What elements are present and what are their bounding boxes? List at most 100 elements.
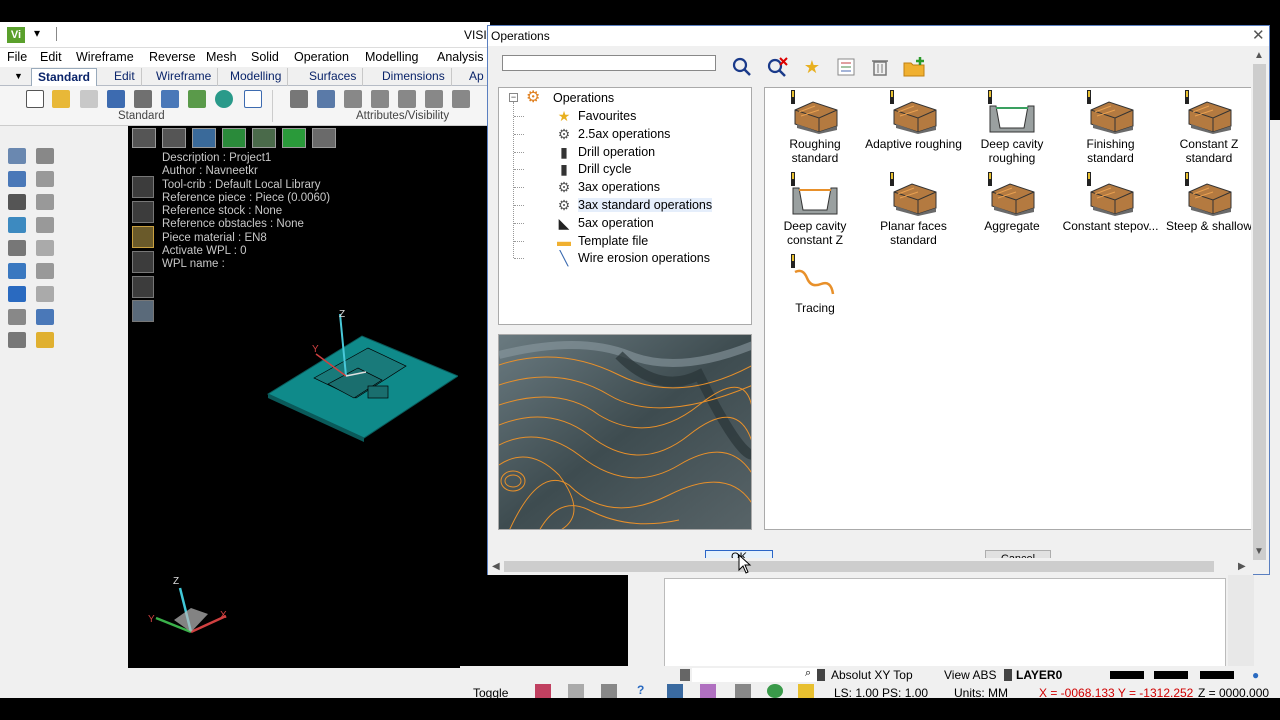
wire-cube-icon[interactable]	[252, 128, 276, 148]
filter-icon[interactable]	[425, 90, 443, 108]
save-all-icon[interactable]	[134, 90, 152, 108]
tab-surfaces[interactable]: Surfaces	[303, 68, 364, 86]
operation-item[interactable]: Constant stepov...	[1062, 172, 1160, 234]
list-icon[interactable]	[132, 128, 156, 148]
project-icon[interactable]	[132, 176, 154, 198]
tab-wireframe[interactable]: Wireframe	[150, 68, 219, 86]
globe-icon[interactable]: ●	[1252, 668, 1259, 682]
undo-icon[interactable]	[36, 309, 54, 325]
trash-icon[interactable]	[8, 309, 26, 325]
cube-icon[interactable]	[700, 684, 716, 698]
wpl-grid-icon[interactable]	[798, 684, 814, 698]
new-file-icon[interactable]	[26, 90, 44, 108]
ortho-icon[interactable]	[601, 684, 617, 698]
menu-wireframe[interactable]: Wireframe	[76, 50, 134, 64]
zoom-icon[interactable]	[215, 90, 233, 108]
scroll-down-icon[interactable]: ▼	[1254, 546, 1264, 557]
menu-file[interactable]: File	[7, 50, 27, 64]
angle-icon[interactable]	[36, 171, 54, 187]
line-width-swatch[interactable]	[1154, 671, 1188, 679]
menu-edit[interactable]: Edit	[40, 50, 62, 64]
cross-icon[interactable]	[36, 217, 54, 233]
stock-cube-icon[interactable]	[222, 128, 246, 148]
operation-item[interactable]: Adaptive roughing	[865, 90, 963, 152]
refresh-icon[interactable]	[767, 684, 783, 698]
clear-filter-icon[interactable]	[766, 56, 788, 78]
visi-logo[interactable]: Vi	[7, 27, 25, 43]
tool-crib-icon[interactable]	[132, 201, 154, 223]
print-setup-icon[interactable]	[161, 90, 179, 108]
tree-item[interactable]: ⚙ 2.5ax operations	[558, 125, 671, 143]
vertical-scroll-thumb[interactable]	[1253, 64, 1266, 560]
obstacle-icon[interactable]	[132, 300, 154, 322]
operation-item[interactable]: Deep cavity roughing	[963, 90, 1061, 165]
color-swatch[interactable]	[1200, 671, 1234, 679]
tree-item[interactable]: ★ Favourites	[558, 107, 637, 125]
visibility-icon[interactable]	[317, 90, 335, 108]
open-folder-icon[interactable]	[52, 90, 70, 108]
favourite-star-icon[interactable]: ★	[801, 56, 823, 78]
dialog-title-bar[interactable]: Operations ✕	[488, 26, 1269, 46]
cad-viewport[interactable]: Description : Project1 Author : Navneetk…	[128, 126, 488, 668]
horizontal-scroll-thumb[interactable]	[504, 561, 1214, 572]
list-filter-icon[interactable]	[835, 56, 857, 78]
collapse-icon[interactable]: −	[509, 93, 518, 102]
network-icon[interactable]	[667, 684, 683, 698]
copy-icon[interactable]	[8, 194, 26, 210]
vertical-scrollbar[interactable]: ▲ ▼	[1251, 46, 1268, 560]
hide-icon[interactable]	[344, 90, 362, 108]
grid-icon[interactable]	[568, 684, 584, 698]
attributes-icon[interactable]	[290, 90, 308, 108]
operation-item[interactable]: Finishing standard	[1062, 90, 1160, 165]
rotate-icon[interactable]	[8, 217, 26, 233]
operation-item[interactable]: Steep & shallow	[1160, 172, 1258, 234]
layers-icon[interactable]	[8, 240, 26, 256]
help-icon[interactable]	[8, 286, 26, 302]
search-icon[interactable]: ⌕	[805, 667, 811, 680]
operation-item[interactable]: Aggregate	[963, 172, 1061, 234]
tool-icon[interactable]	[192, 128, 216, 148]
window-icon[interactable]	[162, 128, 186, 148]
box-select-icon[interactable]	[8, 171, 26, 187]
layer-icon[interactable]	[398, 90, 416, 108]
delete-icon[interactable]	[869, 56, 891, 78]
chevron-down-icon[interactable]: ▼	[14, 71, 23, 81]
scroll-up-icon[interactable]: ▲	[1254, 50, 1264, 61]
layer-name[interactable]: LAYER0	[1016, 668, 1062, 682]
folder-icon[interactable]	[36, 332, 54, 348]
view-icon[interactable]	[8, 148, 26, 164]
tab-dimensions[interactable]: Dimensions	[376, 68, 452, 86]
menu-solid[interactable]: Solid	[251, 50, 279, 64]
line-style-swatch[interactable]	[1110, 671, 1144, 679]
view-mode[interactable]: Absolut XY Top	[831, 668, 913, 682]
plane-icon[interactable]	[36, 240, 54, 256]
cube-icon[interactable]	[36, 263, 54, 279]
measure-icon[interactable]	[36, 148, 54, 164]
horizontal-scrollbar[interactable]: ◀ ▶	[488, 558, 1253, 575]
tab-modelling[interactable]: Modelling	[224, 68, 289, 86]
search-input[interactable]	[502, 55, 716, 71]
tree-item[interactable]: ╲ Wire erosion operations	[560, 249, 710, 267]
add-folder-icon[interactable]	[902, 56, 925, 78]
view-abs[interactable]: View ABS	[944, 668, 996, 682]
tree-item[interactable]: ◣ 5ax operation	[559, 214, 654, 232]
wpl-icon[interactable]	[132, 276, 154, 298]
operation-item[interactable]: Planar faces standard	[865, 172, 963, 247]
tab-standard[interactable]: Standard	[31, 68, 98, 86]
check-icon[interactable]	[36, 194, 54, 210]
menu-mesh[interactable]: Mesh	[206, 50, 237, 64]
operation-item[interactable]: Tracing	[766, 254, 864, 316]
material-icon[interactable]	[132, 251, 154, 273]
tab-edit[interactable]: Edit	[108, 68, 142, 86]
solid-cube-icon[interactable]	[282, 128, 306, 148]
operation-item[interactable]: Deep cavity constant Z	[766, 172, 864, 247]
menu-operation[interactable]: Operation	[294, 50, 349, 64]
scroll-left-icon[interactable]: ◀	[492, 561, 500, 572]
refresh-icon[interactable]	[8, 263, 26, 279]
operation-item[interactable]: Roughing standard	[766, 90, 864, 165]
status-search-box[interactable]	[692, 668, 817, 682]
import-icon[interactable]	[80, 90, 98, 108]
color-icon[interactable]	[452, 90, 470, 108]
save-icon[interactable]	[107, 90, 125, 108]
stock-icon[interactable]	[132, 226, 154, 248]
